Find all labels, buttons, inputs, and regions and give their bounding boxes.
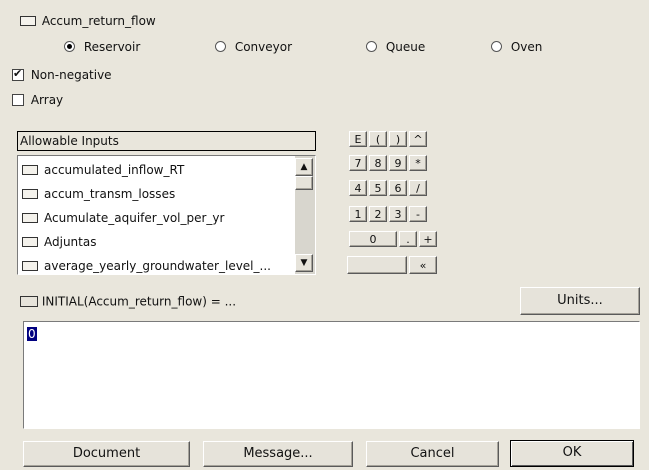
allowable-inputs-list[interactable]: accumulated_inflow_RT accum_transm_losse…	[17, 155, 316, 275]
key-close-paren[interactable]: )	[389, 131, 407, 147]
key-3[interactable]: 3	[389, 206, 407, 222]
key-0[interactable]: 0	[349, 231, 397, 247]
variable-header: Accum_return_flow	[20, 13, 156, 28]
list-item-label: Adjuntas	[44, 235, 97, 249]
key-2[interactable]: 2	[369, 206, 387, 222]
key-5[interactable]: 5	[369, 180, 387, 196]
message-button[interactable]: Message...	[203, 441, 353, 467]
list-item-label: accum_transm_losses	[44, 187, 176, 201]
stock-icon	[20, 15, 36, 26]
list-item[interactable]: Adjuntas	[18, 230, 290, 254]
key-1[interactable]: 1	[349, 206, 367, 222]
array-option[interactable]: Array	[12, 92, 63, 107]
key-9[interactable]: 9	[389, 155, 407, 171]
list-item-label: average_yearly_groundwater_level_...	[44, 259, 271, 273]
allowable-inputs-title: Allowable Inputs	[20, 134, 119, 148]
stock-icon	[22, 261, 38, 271]
key-caret[interactable]: ^	[409, 131, 427, 147]
stock-icon	[20, 296, 38, 307]
ok-button[interactable]: OK	[510, 440, 634, 467]
key-divide[interactable]: /	[409, 180, 427, 196]
scroll-up-arrow-icon[interactable]: ▲	[295, 158, 313, 176]
non-negative-checkbox[interactable]	[12, 67, 24, 81]
radio-oven-indicator[interactable]	[491, 41, 502, 52]
radio-conveyor-label: Conveyor	[234, 39, 293, 54]
radio-queue-indicator[interactable]	[366, 41, 377, 52]
radio-conveyor[interactable]: Conveyor	[215, 39, 292, 54]
array-label: Array	[30, 92, 64, 107]
key-4[interactable]: 4	[349, 180, 367, 196]
list-item[interactable]: Acumulate_aquifer_vol_per_yr	[18, 206, 290, 230]
cancel-button[interactable]: Cancel	[366, 441, 499, 467]
list-item[interactable]: average_yearly_groundwater_level_...	[18, 254, 290, 278]
key-7[interactable]: 7	[349, 155, 367, 171]
array-checkbox[interactable]	[12, 93, 24, 106]
non-negative-label: Non-negative	[30, 67, 112, 82]
stock-icon	[22, 213, 38, 223]
list-item[interactable]: accum_transm_losses	[18, 182, 290, 206]
equation-value: 0	[27, 327, 37, 341]
list-item-label: accumulated_inflow_RT	[44, 163, 185, 177]
stock-icon	[22, 165, 38, 175]
equation-editor[interactable]: 0	[23, 321, 640, 429]
variable-name: Accum_return_flow	[41, 13, 156, 28]
key-plus[interactable]: +	[419, 231, 437, 247]
list-item[interactable]: accumulated_inflow_RT	[18, 158, 290, 182]
key-blank[interactable]	[347, 256, 407, 274]
scroll-down-arrow-icon[interactable]: ▼	[295, 254, 313, 272]
list-item-label: Acumulate_aquifer_vol_per_yr	[44, 211, 225, 225]
radio-reservoir-indicator[interactable]	[64, 41, 75, 52]
equation-label: INITIAL(Accum_return_flow) = ...	[41, 294, 237, 309]
key-8[interactable]: 8	[369, 155, 387, 171]
radio-oven[interactable]: Oven	[491, 39, 542, 54]
list-scrollbar[interactable]: ▲ ▼	[295, 156, 315, 274]
allowable-inputs-header: Allowable Inputs	[17, 131, 316, 151]
scrollbar-thumb[interactable]	[295, 176, 313, 190]
stock-icon	[22, 189, 38, 199]
key-backspace[interactable]: «	[409, 256, 437, 274]
document-button[interactable]: Document	[23, 441, 190, 467]
radio-conveyor-indicator[interactable]	[215, 41, 226, 52]
radio-queue-label: Queue	[385, 39, 426, 54]
radio-reservoir[interactable]: Reservoir	[64, 39, 140, 54]
radio-queue[interactable]: Queue	[366, 39, 425, 54]
key-6[interactable]: 6	[389, 180, 407, 196]
key-multiply[interactable]: *	[409, 155, 427, 171]
radio-oven-label: Oven	[510, 39, 543, 54]
equation-header: INITIAL(Accum_return_flow) = ...	[20, 294, 236, 309]
non-negative-option[interactable]: Non-negative	[12, 67, 112, 82]
units-button[interactable]: Units...	[520, 287, 640, 315]
radio-reservoir-label: Reservoir	[83, 39, 141, 54]
key-minus[interactable]: -	[409, 206, 427, 222]
stock-icon	[22, 237, 38, 247]
key-e[interactable]: E	[349, 131, 367, 147]
key-open-paren[interactable]: (	[369, 131, 387, 147]
key-decimal[interactable]: .	[399, 231, 417, 247]
